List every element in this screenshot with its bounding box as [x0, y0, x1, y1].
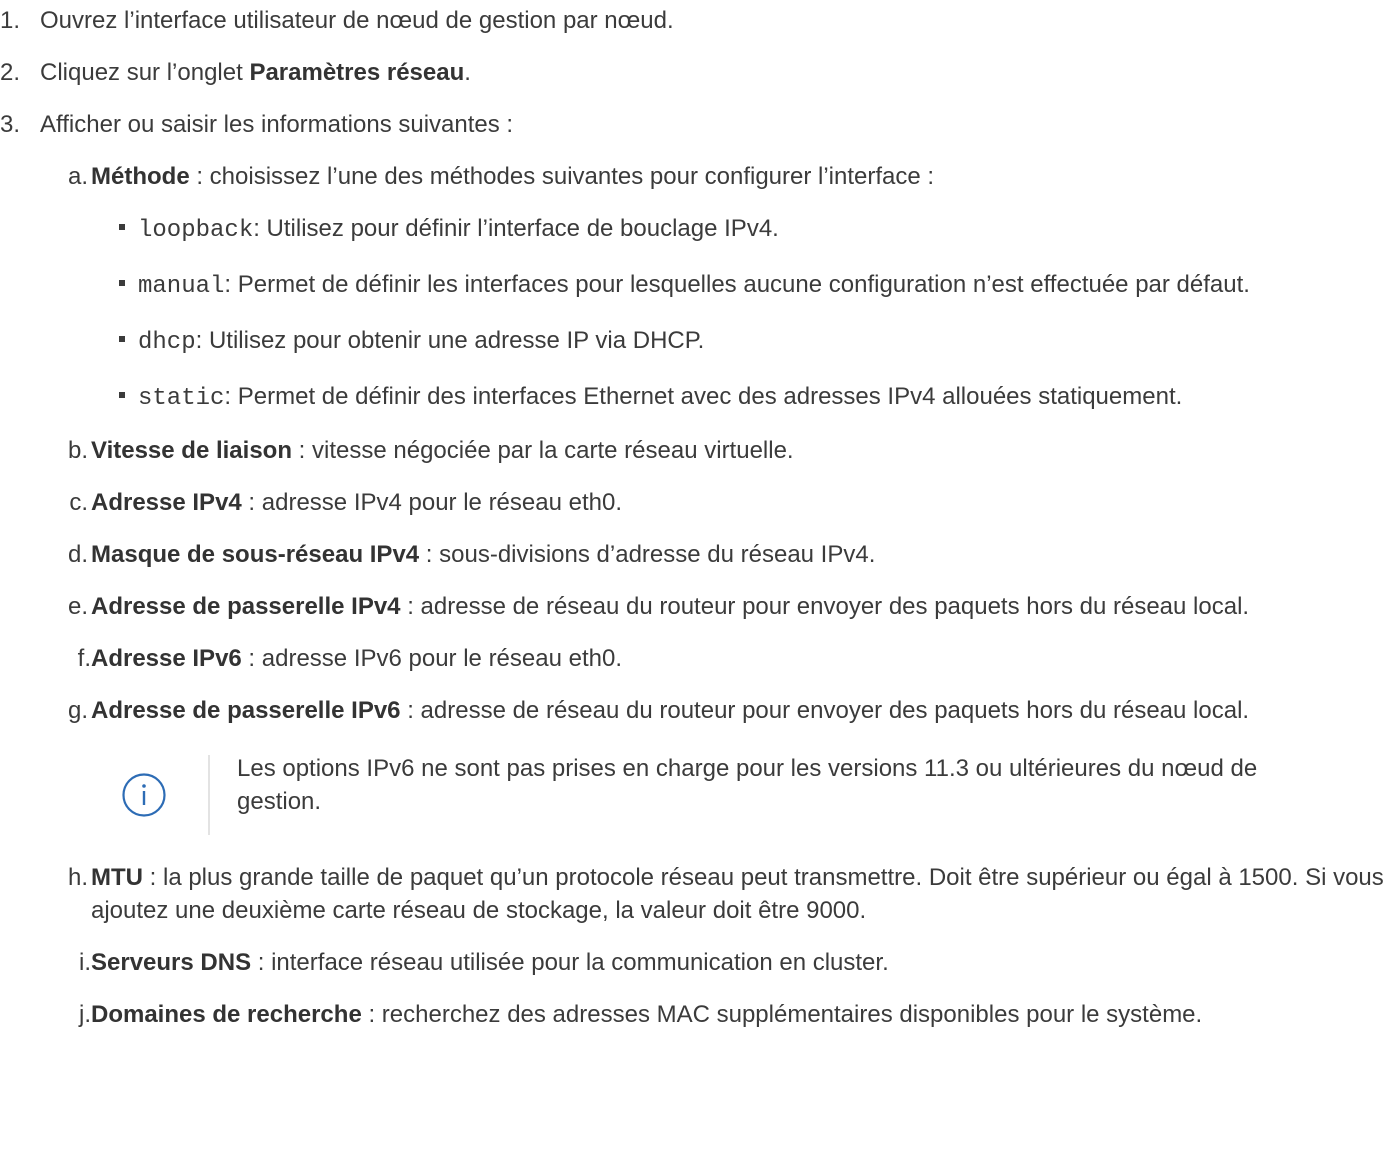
item-text: Méthode : choisissez l’une des méthodes … — [91, 163, 934, 190]
method-description: : Permet de définir les interfaces pour … — [224, 271, 1250, 298]
field-label: Serveurs DNS — [91, 949, 252, 976]
step-text: Afficher ou saisir les informations suiv… — [40, 111, 514, 138]
note-text: Les options IPv6 ne sont pas prises en c… — [237, 755, 1258, 815]
method-code: dhcp — [138, 329, 196, 356]
field-label: Adresse IPv6 — [91, 645, 242, 672]
method-description: : Utilisez pour obtenir une adresse IP v… — [195, 327, 705, 354]
field-description: : sous-divisions d’adresse du réseau IPv… — [419, 541, 876, 568]
field-description: : adresse de réseau du routeur pour envo… — [400, 697, 1250, 724]
field-description: : recherchez des adresses MAC supplément… — [361, 1001, 1203, 1028]
field-item-ipv6-gateway: g. Adresse de passerelle IPv6 : adresse … — [0, 694, 1384, 837]
item-marker: h. — [67, 864, 88, 891]
step-number: 2. — [0, 59, 21, 86]
note-divider — [208, 755, 210, 835]
method-item: dhcp: Utilisez pour obtenir une adresse … — [0, 324, 1384, 359]
note-admonition: Les options IPv6 ne sont pas prises en c… — [0, 753, 1384, 837]
method-item: loopback: Utilisez pour définir l’interf… — [0, 212, 1384, 247]
field-label: Adresse de passerelle IPv4 — [91, 593, 401, 620]
field-item-dns-servers: i. Serveurs DNS : interface réseau utili… — [0, 946, 1384, 979]
method-code: manual — [138, 273, 225, 300]
field-label: Adresse IPv4 — [91, 489, 242, 516]
field-item-ipv4-gateway: e. Adresse de passerelle IPv4 : adresse … — [0, 590, 1384, 623]
field-label: Méthode — [91, 163, 190, 190]
method-item: manual: Permet de définir les interfaces… — [0, 268, 1384, 303]
info-icon — [122, 773, 166, 817]
bullet-icon — [119, 224, 125, 230]
field-label: Adresse de passerelle IPv6 — [91, 697, 401, 724]
item-marker: b. — [67, 437, 88, 464]
item-marker: j. — [79, 1001, 91, 1028]
method-list: loopback: Utilisez pour définir l’interf… — [91, 212, 1384, 415]
field-item-ipv6-address: f. Adresse IPv6 : adresse IPv6 pour le r… — [0, 642, 1384, 675]
method-description: : Utilisez pour définir l’interface de b… — [253, 215, 779, 242]
tab-name: Paramètres réseau — [249, 59, 465, 86]
method-code: static — [138, 385, 225, 412]
field-item-method: a. Méthode : choisissez l’une des méthod… — [0, 160, 1384, 415]
field-label: Masque de sous-réseau IPv4 — [91, 541, 420, 568]
field-label: MTU — [91, 864, 143, 891]
item-marker: i. — [79, 949, 91, 976]
step-number: 3. — [0, 111, 21, 138]
method-description: : Permet de définir des interfaces Ether… — [224, 383, 1183, 410]
field-label: Vitesse de liaison — [91, 437, 292, 464]
field-item-link-speed: b. Vitesse de liaison : vitesse négociée… — [0, 434, 1384, 467]
step-text-post: . — [464, 59, 471, 86]
method-item: static: Permet de définir des interfaces… — [0, 380, 1384, 415]
item-marker: f. — [77, 645, 91, 672]
field-description: : adresse IPv4 pour le réseau eth0. — [241, 489, 622, 516]
method-code: loopback — [138, 217, 254, 244]
step-1: 1. Ouvrez l’interface utilisateur de nœu… — [0, 4, 1384, 37]
step-3: 3. Afficher ou saisir les informations s… — [0, 108, 1384, 141]
step-number: 1. — [0, 7, 21, 34]
item-marker: a. — [67, 163, 88, 190]
step-2: 2. Cliquez sur l’onglet Paramètres résea… — [0, 56, 1384, 89]
field-description: : vitesse négociée par la carte réseau v… — [292, 437, 794, 464]
field-list: a. Méthode : choisissez l’une des méthod… — [0, 160, 1384, 1031]
item-marker: c. — [69, 489, 88, 516]
item-marker: e. — [67, 593, 88, 620]
field-item-ipv4-address: c. Adresse IPv4 : adresse IPv4 pour le r… — [0, 486, 1384, 519]
bullet-icon — [119, 336, 125, 342]
field-description: : choisissez l’une des méthodes suivante… — [189, 163, 935, 190]
field-description: : adresse de réseau du routeur pour envo… — [400, 593, 1250, 620]
item-marker: g. — [67, 697, 88, 724]
bullet-icon — [119, 280, 125, 286]
field-item-search-domains: j. Domaines de recherche : recherchez de… — [0, 998, 1384, 1031]
bullet-icon — [119, 392, 125, 398]
field-item-mtu: h. MTU : la plus grande taille de paquet… — [0, 861, 1384, 927]
item-marker: d. — [67, 541, 88, 568]
field-description: : adresse IPv6 pour le réseau eth0. — [241, 645, 622, 672]
step-text: Ouvrez l’interface utilisateur de nœud d… — [40, 7, 674, 34]
step-text: Cliquez sur l’onglet Paramètres réseau. — [40, 56, 1384, 89]
field-description: : la plus grande taille de paquet qu’un … — [91, 864, 1384, 924]
field-description: : interface réseau utilisée pour la comm… — [251, 949, 889, 976]
document-body: 1. Ouvrez l’interface utilisateur de nœu… — [0, 4, 1384, 1031]
field-label: Domaines de recherche — [91, 1001, 362, 1028]
field-item-ipv4-subnet: d. Masque de sous-réseau IPv4 : sous-div… — [0, 538, 1384, 571]
step-text-pre: Cliquez sur l’onglet — [40, 59, 250, 86]
